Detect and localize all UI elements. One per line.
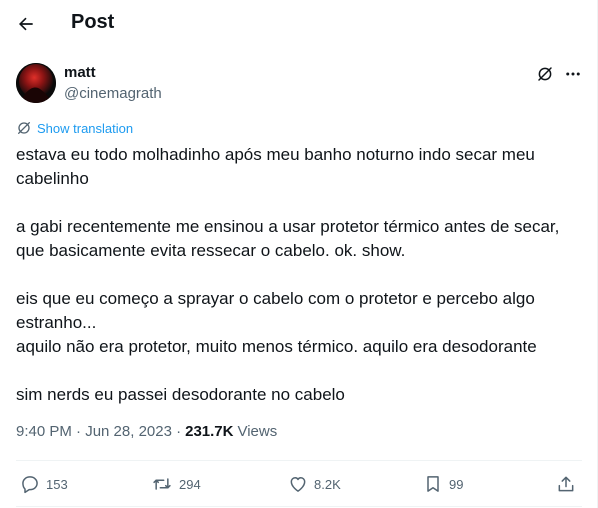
post-text-line: estranho... bbox=[16, 313, 97, 332]
author-handle[interactable]: @cinemagrath bbox=[64, 85, 162, 102]
author-name[interactable]: matt bbox=[64, 64, 96, 81]
grok-button[interactable] bbox=[535, 64, 555, 84]
post-text-line: a gabi recentemente me ensinou a usar pr… bbox=[16, 217, 560, 236]
more-icon bbox=[566, 72, 580, 76]
header: Post bbox=[0, 0, 597, 50]
translate-icon bbox=[18, 122, 30, 134]
arrow-left-icon bbox=[19, 17, 33, 31]
reply-icon bbox=[22, 476, 38, 494]
divider bbox=[16, 506, 582, 507]
post-meta: 9:40 PM · Jun 28, 2023 · 231.7K Views bbox=[16, 423, 277, 440]
repost-icon bbox=[153, 478, 171, 490]
like-button[interactable]: 8.2K bbox=[288, 474, 341, 494]
grok-icon bbox=[538, 67, 552, 81]
post-text-line: eis que eu começo a sprayar o cabelo com… bbox=[16, 289, 535, 308]
bookmark-icon bbox=[427, 476, 439, 492]
reply-count: 153 bbox=[46, 476, 68, 492]
show-translation-link[interactable]: Show translation bbox=[16, 120, 133, 136]
page-title: Post bbox=[71, 11, 115, 33]
post-text-line: sim nerds eu passei desodorante no cabel… bbox=[16, 385, 345, 404]
repost-count: 294 bbox=[179, 476, 201, 492]
views-label: Views bbox=[237, 423, 278, 440]
bookmark-count: 99 bbox=[449, 476, 464, 492]
post-text-line: que basicamente evita ressecar o cabelo.… bbox=[16, 241, 406, 260]
show-translation-label: Show translation bbox=[37, 120, 134, 136]
post-text-line: aquilo não era protetor, muito menos tér… bbox=[16, 337, 537, 356]
repost-button[interactable]: 294 bbox=[151, 474, 201, 494]
heart-icon bbox=[290, 477, 306, 492]
bookmark-button[interactable]: 99 bbox=[423, 474, 463, 494]
post-text-line: cabelinho bbox=[16, 169, 89, 188]
more-options-button[interactable] bbox=[563, 64, 583, 84]
back-button[interactable] bbox=[11, 9, 41, 39]
share-icon bbox=[558, 476, 574, 492]
timestamp[interactable]: 9:40 PM · Jun 28, 2023 · bbox=[16, 423, 181, 440]
share-button[interactable] bbox=[556, 474, 576, 494]
like-count: 8.2K bbox=[314, 476, 341, 492]
post-text-line: estava eu todo molhadinho após meu banho… bbox=[16, 145, 535, 164]
views-count: 231.7K bbox=[185, 423, 234, 440]
reply-button[interactable]: 153 bbox=[20, 474, 68, 494]
avatar-image bbox=[16, 63, 56, 103]
avatar[interactable] bbox=[16, 63, 56, 103]
divider bbox=[16, 460, 582, 461]
